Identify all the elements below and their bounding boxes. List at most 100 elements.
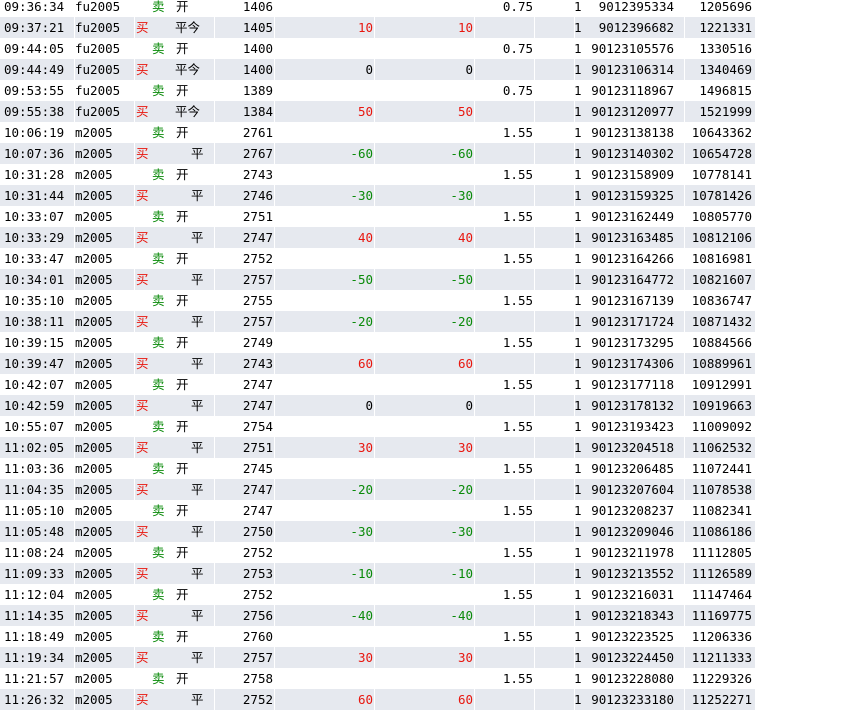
direction-label: 卖 bbox=[152, 83, 165, 98]
close-profit-daily bbox=[400, 374, 473, 395]
table-row[interactable]: 09:55:38 fu2005 买平今 1384 50 50 1 90123120977 152… bbox=[0, 101, 755, 122]
table-row[interactable]: 10:07:36 m2005 买平 2767 -60 -60 1 90123140302 106… bbox=[0, 143, 755, 164]
contract-symbol: fu2005 bbox=[75, 104, 121, 119]
offset-label: 开 bbox=[176, 0, 189, 14]
trade-id: 1496815 bbox=[699, 83, 752, 98]
direction-label: 卖 bbox=[152, 293, 165, 308]
trade-price: 2751 bbox=[242, 209, 273, 224]
table-row[interactable]: 10:55:07 m2005 卖开 2754 1.55 1 90123193423 11009… bbox=[0, 416, 755, 437]
table-row[interactable]: 11:03:36 m2005 卖开 2745 1.55 1 90123206485 11072… bbox=[0, 458, 755, 479]
close-profit-daily bbox=[400, 80, 473, 101]
close-profit-daily bbox=[400, 668, 473, 689]
table-row[interactable]: 11:18:49 m2005 卖开 2760 1.55 1 90123223525 11206… bbox=[0, 626, 755, 647]
trade-price: 1400 bbox=[242, 41, 273, 56]
table-row[interactable]: 10:42:59 m2005 买平 2747 0 0 1 90123178132 1091966… bbox=[0, 395, 755, 416]
trade-price: 2755 bbox=[242, 293, 273, 308]
commission-fee bbox=[475, 101, 533, 122]
offset-label: 平今 bbox=[175, 20, 201, 35]
table-row[interactable]: 09:37:21 fu2005 买平今 1405 10 10 1 9012396682 1221… bbox=[0, 17, 755, 38]
table-row[interactable]: 11:21:57 m2005 卖开 2758 1.55 1 90123228080 11229… bbox=[0, 668, 755, 689]
contract-symbol: m2005 bbox=[75, 146, 113, 161]
direction-label: 买 bbox=[136, 398, 149, 413]
order-id: 9012396682 bbox=[598, 20, 674, 35]
contract-symbol: m2005 bbox=[75, 545, 113, 560]
trade-price: 2747 bbox=[242, 398, 273, 413]
table-row[interactable]: 11:26:32 m2005 买平 2752 60 60 1 90123233180 11252… bbox=[0, 689, 755, 710]
close-profit bbox=[300, 584, 373, 605]
direction-label: 买 bbox=[136, 356, 149, 371]
contract-symbol: m2005 bbox=[75, 587, 113, 602]
order-id: 90123158909 bbox=[591, 167, 674, 182]
close-profit-daily: -50 bbox=[450, 272, 473, 287]
table-row[interactable]: 11:04:35 m2005 买平 2747 -20 -20 1 90123207604 110… bbox=[0, 479, 755, 500]
offset-label: 开 bbox=[176, 125, 189, 140]
table-row[interactable]: 11:14:35 m2005 买平 2756 -40 -40 1 90123218343 111… bbox=[0, 605, 755, 626]
commission-fee bbox=[475, 353, 533, 374]
table-row[interactable]: 10:33:47 m2005 卖开 2752 1.55 1 90123164266 10816… bbox=[0, 248, 755, 269]
close-profit: -60 bbox=[350, 146, 373, 161]
trade-price: 2760 bbox=[242, 629, 273, 644]
table-row[interactable]: 09:53:55 fu2005 卖开 1389 0.75 1 90123118967 1496… bbox=[0, 80, 755, 101]
table-row[interactable]: 11:19:34 m2005 买平 2757 30 30 1 90123224450 11211… bbox=[0, 647, 755, 668]
trade-id: 10654728 bbox=[691, 146, 752, 161]
table-row[interactable]: 11:05:10 m2005 卖开 2747 1.55 1 90123208237 11082… bbox=[0, 500, 755, 521]
order-id: 90123207604 bbox=[591, 482, 674, 497]
close-profit-daily: 0 bbox=[465, 398, 473, 413]
contract-symbol: m2005 bbox=[75, 125, 113, 140]
direction-label: 买 bbox=[136, 692, 149, 707]
table-row[interactable]: 10:39:15 m2005 卖开 2749 1.55 1 90123173295 10884… bbox=[0, 332, 755, 353]
table-row[interactable]: 10:34:01 m2005 买平 2757 -50 -50 1 90123164772 108… bbox=[0, 269, 755, 290]
table-row[interactable]: 09:44:49 fu2005 买平今 1400 0 0 1 90123106314 13404… bbox=[0, 59, 755, 80]
table-row[interactable]: 10:39:47 m2005 买平 2743 60 60 1 90123174306 10889… bbox=[0, 353, 755, 374]
close-profit: -30 bbox=[350, 188, 373, 203]
table-row[interactable]: 11:05:48 m2005 买平 2750 -30 -30 1 90123209046 110… bbox=[0, 521, 755, 542]
offset-label: 开 bbox=[176, 545, 189, 560]
column-divider bbox=[134, 0, 135, 713]
close-profit-daily: -60 bbox=[450, 146, 473, 161]
order-id: 90123218343 bbox=[591, 608, 674, 623]
table-row[interactable]: 09:36:34 fu2005 卖开 1406 0.75 1 9012395334 12056… bbox=[0, 0, 755, 17]
table-row[interactable]: 10:35:10 m2005 卖开 2755 1.55 1 90123167139 10836… bbox=[0, 290, 755, 311]
close-profit-daily: -20 bbox=[450, 314, 473, 329]
close-profit-daily: 60 bbox=[457, 692, 473, 707]
commission-fee bbox=[475, 269, 533, 290]
trade-price: 2752 bbox=[242, 587, 273, 602]
column-divider bbox=[374, 0, 375, 713]
table-row[interactable]: 10:31:28 m2005 卖开 2743 1.55 1 90123158909 10778… bbox=[0, 164, 755, 185]
trade-id: 11112805 bbox=[691, 545, 752, 560]
trade-time: 10:07:36 bbox=[4, 146, 65, 161]
trade-id: 1330516 bbox=[699, 41, 752, 56]
trade-id: 10912991 bbox=[691, 377, 752, 392]
direction-label: 买 bbox=[136, 146, 149, 161]
trade-time: 10:39:15 bbox=[4, 335, 65, 350]
close-profit-daily: -40 bbox=[450, 608, 473, 623]
table-row[interactable]: 10:06:19 m2005 卖开 2761 1.55 1 90123138138 10643… bbox=[0, 122, 755, 143]
trade-id: 11062532 bbox=[691, 440, 752, 455]
table-row[interactable]: 10:33:29 m2005 买平 2747 40 40 1 90123163485 10812… bbox=[0, 227, 755, 248]
table-row[interactable]: 10:31:44 m2005 买平 2746 -30 -30 1 90123159325 107… bbox=[0, 185, 755, 206]
table-row[interactable]: 09:44:05 fu2005 卖开 1400 0.75 1 90123105576 1330… bbox=[0, 38, 755, 59]
order-id: 90123106314 bbox=[591, 62, 674, 77]
close-profit-daily bbox=[400, 584, 473, 605]
trade-price: 2752 bbox=[242, 692, 273, 707]
commission-fee: 1.55 bbox=[502, 335, 533, 350]
close-profit-daily: 50 bbox=[457, 104, 473, 119]
offset-label: 开 bbox=[176, 41, 189, 56]
table-row[interactable]: 10:42:07 m2005 卖开 2747 1.55 1 90123177118 10912… bbox=[0, 374, 755, 395]
table-row[interactable]: 10:33:07 m2005 卖开 2751 1.55 1 90123162449 10805… bbox=[0, 206, 755, 227]
commission-fee bbox=[475, 521, 533, 542]
direction-label: 买 bbox=[136, 566, 149, 581]
close-profit-daily bbox=[400, 416, 473, 437]
trade-price: 2757 bbox=[242, 272, 273, 287]
table-row[interactable]: 11:09:33 m2005 买平 2753 -10 -10 1 90123213552 111… bbox=[0, 563, 755, 584]
close-profit: -30 bbox=[350, 524, 373, 539]
offset-label: 开 bbox=[176, 251, 189, 266]
trade-price: 2746 bbox=[242, 188, 273, 203]
table-row[interactable]: 11:08:24 m2005 卖开 2752 1.55 1 90123211978 11112… bbox=[0, 542, 755, 563]
table-row[interactable]: 11:02:05 m2005 买平 2751 30 30 1 90123204518 11062… bbox=[0, 437, 755, 458]
trade-id: 1521999 bbox=[699, 104, 752, 119]
contract-symbol: m2005 bbox=[75, 188, 113, 203]
close-profit-daily bbox=[400, 248, 473, 269]
table-row[interactable]: 11:12:04 m2005 卖开 2752 1.55 1 90123216031 11147… bbox=[0, 584, 755, 605]
table-row[interactable]: 10:38:11 m2005 买平 2757 -20 -20 1 90123171724 108… bbox=[0, 311, 755, 332]
